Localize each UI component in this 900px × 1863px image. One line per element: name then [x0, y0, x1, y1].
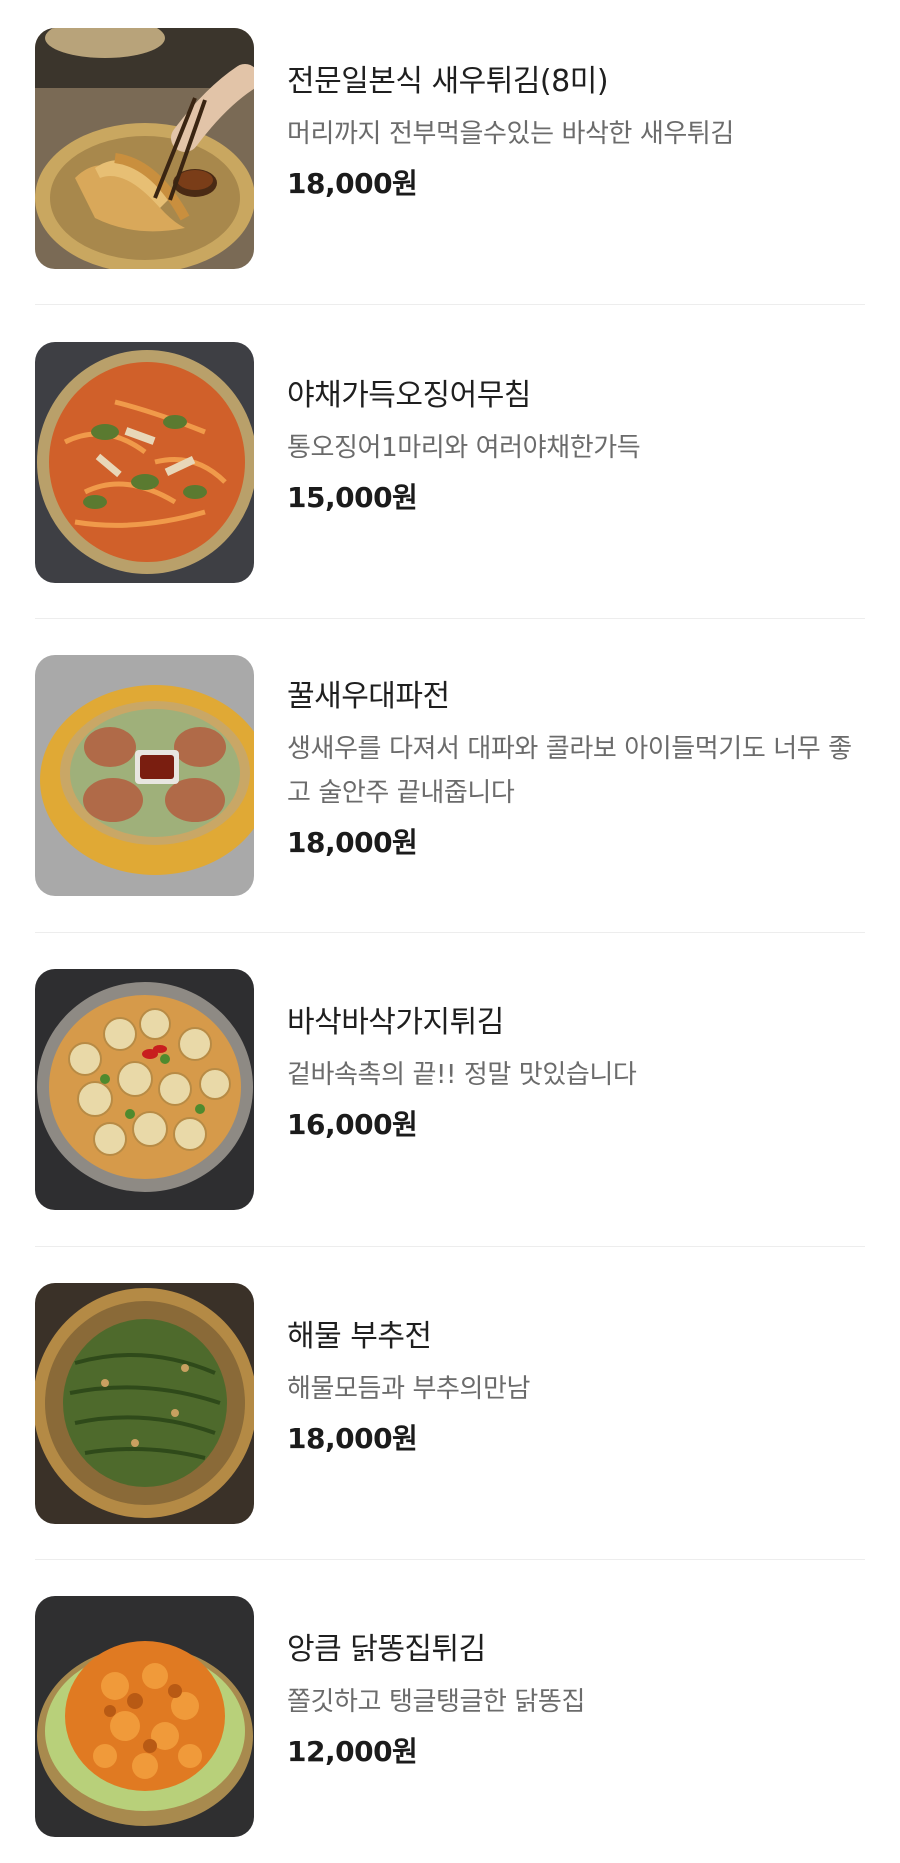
- divider: [35, 618, 865, 619]
- squid-salad-photo: [35, 342, 254, 583]
- divider: [35, 1559, 865, 1560]
- menu-item-name: 바삭바삭가지튀김: [287, 1005, 504, 1040]
- menu-item-price: 18,000원: [287, 826, 418, 859]
- menu-item-name: 꿀새우대파전: [287, 679, 450, 714]
- menu-item-fried-gizzard[interactable]: 앙큼 닭똥집튀김 쫄깃하고 탱글탱글한 닭똥집 12,000원: [35, 1596, 865, 1837]
- menu-item-description: 머리까지 전부먹을수있는 바삭한 새우튀김: [287, 119, 734, 149]
- menu-item-price: 15,000원: [287, 481, 418, 514]
- menu-item-seafood-chive-pancake[interactable]: 해물 부추전 해물모듬과 부추의만남 18,000원: [35, 1283, 865, 1524]
- menu-item-name: 야채가득오징어무침: [287, 378, 531, 413]
- seafood-chive-pancake-photo: [35, 1283, 254, 1524]
- menu-item-shrimp-tempura[interactable]: 전문일본식 새우튀김(8미) 머리까지 전부먹을수있는 바삭한 새우튀김 18,…: [35, 28, 865, 269]
- menu-item-shrimp-pancake[interactable]: 꿀새우대파전 생새우를 다져서 대파와 콜라보 아이들먹기도 너무 좋고 술안주…: [35, 655, 865, 896]
- shrimp-pancake-photo: [35, 655, 254, 896]
- menu-item-price: 12,000원: [287, 1735, 418, 1768]
- shrimp-tempura-photo: [35, 28, 254, 269]
- menu-item-description: 겉바속촉의 끝!! 정말 맛있습니다: [287, 1060, 637, 1090]
- fried-gizzard-photo: [35, 1596, 254, 1837]
- divider: [35, 932, 865, 933]
- divider: [35, 1246, 865, 1247]
- divider: [35, 304, 865, 305]
- menu-item-description: 해물모듬과 부추의만남: [287, 1374, 531, 1404]
- eggplant-fry-photo: [35, 969, 254, 1210]
- menu-item-squid-salad[interactable]: 야채가득오징어무침 통오징어1마리와 여러야채한가득 15,000원: [35, 342, 865, 583]
- menu-item-name: 앙큼 닭똥집튀김: [287, 1632, 486, 1667]
- menu-item-description: 통오징어1마리와 여러야채한가득: [287, 433, 641, 463]
- menu-item-price: 18,000원: [287, 167, 418, 200]
- menu-item-eggplant-fry[interactable]: 바삭바삭가지튀김 겉바속촉의 끝!! 정말 맛있습니다 16,000원: [35, 969, 865, 1210]
- menu-item-name: 전문일본식 새우튀김(8미): [287, 64, 609, 99]
- menu-item-description: 생새우를 다져서 대파와 콜라보 아이들먹기도 너무 좋고 술안주 끝내줍니다: [287, 734, 852, 808]
- menu-item-name: 해물 부추전: [287, 1319, 432, 1354]
- menu-item-description: 쫄깃하고 탱글탱글한 닭똥집: [287, 1687, 585, 1717]
- menu-item-price: 16,000원: [287, 1108, 418, 1141]
- menu-item-price: 18,000원: [287, 1422, 418, 1455]
